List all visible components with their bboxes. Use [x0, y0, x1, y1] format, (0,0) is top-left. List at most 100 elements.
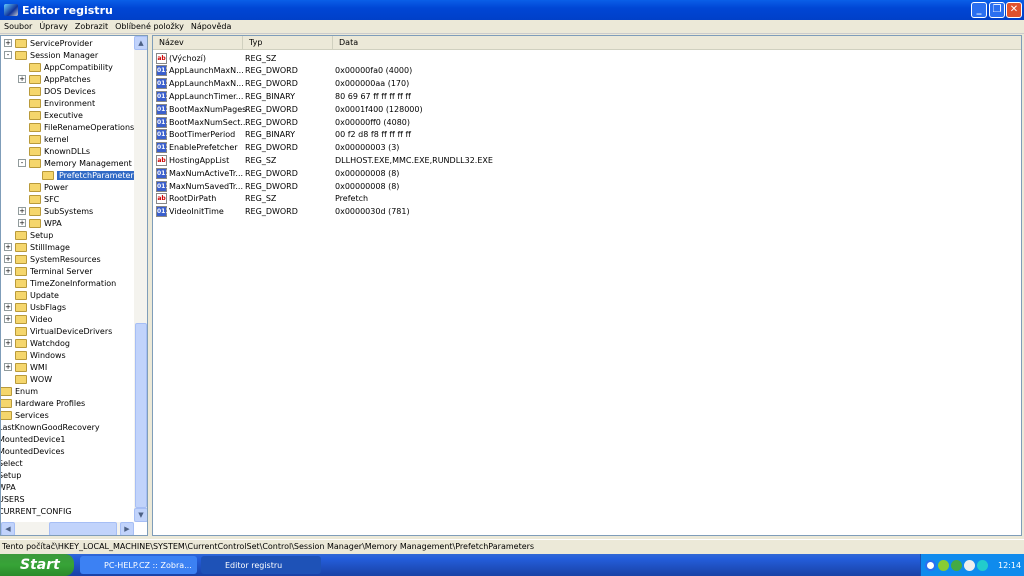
tree-item[interactable]: LastKnownGoodRecovery — [1, 421, 100, 433]
table-row[interactable]: ab RootDirPath REG_SZ Prefetch — [156, 193, 635, 205]
menu-1[interactable]: Úpravy — [39, 22, 68, 31]
tree-item[interactable]: + Watchdog — [4, 337, 70, 349]
task-firefox[interactable]: PC-HELP.CZ :: Zobra... — [80, 556, 197, 574]
expand-icon[interactable]: + — [4, 303, 12, 311]
table-row[interactable]: 011 AppLaunchMaxN... REG_DWORD 0x00000fa0 (… — [156, 65, 635, 77]
show-hidden-icons-icon[interactable] — [925, 559, 936, 571]
tree-item[interactable]: Environment — [18, 97, 95, 109]
expand-icon[interactable]: + — [4, 339, 12, 347]
tree-item[interactable]: + StillImage — [4, 241, 70, 253]
close-button[interactable]: ✕ — [1006, 2, 1022, 18]
expand-icon[interactable]: + — [4, 315, 12, 323]
table-row[interactable]: ab HostingAppList REG_SZ DLLHOST.EXE,MMC.EX… — [156, 154, 635, 166]
scroll-right-button[interactable]: ▶ — [120, 522, 134, 535]
info-icon[interactable] — [964, 559, 975, 571]
tree-item[interactable]: VirtualDeviceDrivers — [4, 325, 112, 337]
tree-item[interactable]: PrefetchParameters — [31, 169, 140, 181]
tree-item[interactable]: + AppPatches — [18, 73, 91, 85]
tree-item[interactable]: WPA — [1, 481, 16, 493]
tray-app-icon[interactable] — [977, 559, 988, 571]
tree-item[interactable]: + WMI — [4, 361, 47, 373]
tree-item[interactable]: Select — [1, 457, 23, 469]
tree-item[interactable]: AppCompatibility — [18, 61, 113, 73]
tree-item[interactable]: SFC — [18, 193, 59, 205]
scroll-up-button[interactable]: ▲ — [134, 36, 147, 50]
collapse-icon[interactable]: - — [18, 159, 26, 167]
tree-item[interactable]: Services — [1, 409, 49, 421]
tree-item[interactable]: MountedDevices — [1, 445, 65, 457]
tree-item[interactable]: MountedDevice1 — [1, 433, 66, 445]
tree-item[interactable]: TimeZoneInformation — [4, 277, 116, 289]
table-row[interactable]: 011 BootMaxNumPages REG_DWORD 0x0001f400 (1… — [156, 103, 635, 115]
tree-item[interactable]: Update — [4, 289, 59, 301]
menu-2[interactable]: Zobrazit — [75, 22, 108, 31]
collapse-icon[interactable]: - — [4, 51, 12, 59]
column-name[interactable]: Název — [153, 36, 243, 49]
table-row[interactable]: 011 BootMaxNumSect... REG_DWORD 0x00000ff0 … — [156, 116, 635, 128]
table-row[interactable]: 011 AppLaunchMaxN... REG_DWORD 0x000000aa (… — [156, 78, 635, 90]
tree-item[interactable]: Windows — [4, 349, 66, 361]
minimize-button[interactable]: _ — [971, 2, 987, 18]
tree-item-label: SFC — [44, 194, 60, 204]
table-row[interactable]: 011 BootTimerPeriod REG_BINARY 00 f2 d8 f8 … — [156, 129, 635, 141]
tree-item[interactable]: CURRENT_CONFIG — [1, 505, 72, 517]
table-row[interactable]: 011 AppLaunchTimer... REG_BINARY 80 69 67 f… — [156, 90, 635, 102]
tree-item[interactable]: kernel — [18, 133, 69, 145]
utorrent-icon[interactable] — [951, 559, 962, 571]
tree-vertical-scrollbar[interactable]: ▲ ▼ — [134, 36, 147, 522]
tree-item[interactable]: Hardware Profiles — [1, 397, 85, 409]
hscroll-thumb[interactable] — [49, 522, 117, 535]
table-row[interactable]: 011 EnablePrefetcher REG_DWORD 0x00000003 (… — [156, 142, 635, 154]
tree-item[interactable]: - Memory Management — [18, 157, 132, 169]
folder-icon — [29, 122, 41, 132]
tree-item[interactable]: + SystemResources — [4, 253, 101, 265]
table-row[interactable]: 011 MaxNumActiveTr... REG_DWORD 0x00000008 … — [156, 167, 635, 179]
scroll-left-button[interactable]: ◀ — [1, 522, 15, 535]
title-bar[interactable]: Editor registru _ ❐ ✕ — [0, 0, 1024, 20]
task-regedit[interactable]: Editor registru — [201, 556, 321, 574]
expand-icon[interactable]: + — [4, 39, 12, 47]
tree-item[interactable]: + Video — [4, 313, 52, 325]
tree-item[interactable]: KnownDLLs — [18, 145, 90, 157]
messenger-icon[interactable] — [938, 559, 949, 571]
column-data[interactable]: Data — [333, 36, 1021, 49]
folder-icon — [15, 374, 27, 384]
column-type[interactable]: Typ — [243, 36, 333, 49]
expand-icon[interactable]: + — [18, 75, 26, 83]
expand-icon[interactable]: + — [4, 243, 12, 251]
values-list[interactable]: Název Typ Data ab (Výchozí) REG_SZ 011 AppLa… — [152, 35, 1022, 536]
tree-item[interactable]: Setup — [4, 229, 53, 241]
tree-horizontal-scrollbar[interactable]: ◀ ▶ — [1, 522, 134, 535]
table-row[interactable]: 011 MaxNumSavedTr... REG_DWORD 0x00000008 (… — [156, 180, 635, 192]
expand-icon[interactable]: + — [18, 219, 26, 227]
tree-item[interactable]: Enum — [1, 385, 38, 397]
tree-item[interactable]: - Session Manager — [4, 49, 98, 61]
cell-type: REG_DWORD — [245, 207, 298, 217]
expand-icon[interactable]: + — [18, 207, 26, 215]
start-button[interactable]: Start — [0, 554, 74, 576]
tree-item[interactable]: + SubSystems — [18, 205, 93, 217]
table-row[interactable]: 011 VideoInitTime REG_DWORD 0x0000030d (781… — [156, 206, 635, 218]
table-row[interactable]: ab (Výchozí) REG_SZ — [156, 52, 635, 64]
tree-item[interactable]: + UsbFlags — [4, 301, 66, 313]
menu-3[interactable]: Oblíbené položky — [115, 22, 184, 31]
scroll-down-button[interactable]: ▼ — [134, 508, 147, 522]
key-tree[interactable]: CURRENT_CONFIG USERS WPA Setup Select Mounted… — [0, 35, 148, 536]
scroll-thumb[interactable] — [135, 323, 147, 508]
maximize-button[interactable]: ❐ — [989, 2, 1005, 18]
menu-0[interactable]: Soubor — [4, 22, 32, 31]
tree-item[interactable]: + ServiceProvider — [4, 37, 93, 49]
expand-icon[interactable]: + — [4, 267, 12, 275]
tree-item[interactable]: + Terminal Server — [4, 265, 93, 277]
tree-item[interactable]: Setup — [1, 469, 21, 481]
tree-item[interactable]: USERS — [1, 493, 25, 505]
tree-item[interactable]: DOS Devices — [18, 85, 96, 97]
menu-4[interactable]: Nápověda — [191, 22, 232, 31]
expand-icon[interactable]: + — [4, 363, 12, 371]
tree-item[interactable]: FileRenameOperations — [18, 121, 134, 133]
tree-item[interactable]: Executive — [18, 109, 83, 121]
tree-item[interactable]: WOW — [4, 373, 52, 385]
expand-icon[interactable]: + — [4, 255, 12, 263]
tree-item[interactable]: Power — [18, 181, 68, 193]
tree-item[interactable]: + WPA — [18, 217, 62, 229]
